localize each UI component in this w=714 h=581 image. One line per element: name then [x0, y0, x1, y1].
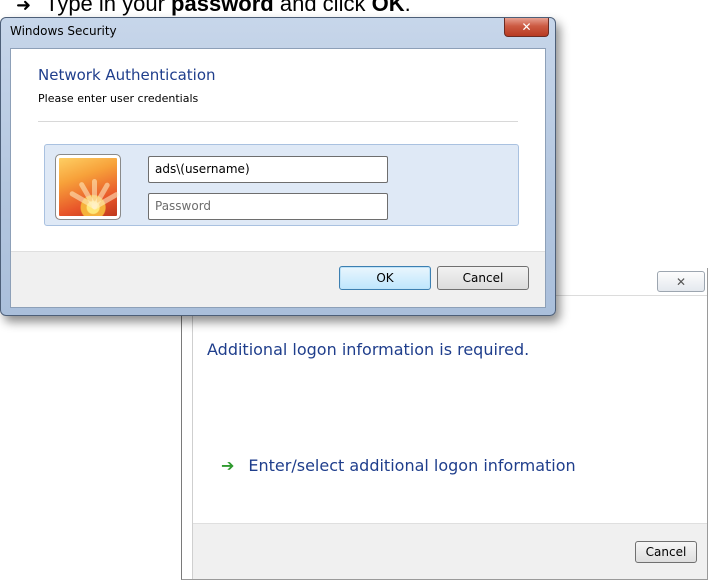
window-title: Windows Security	[10, 24, 117, 38]
security-dialog-client: Network Authentication Please enter user…	[10, 48, 546, 308]
instruction-middle: and click	[273, 0, 372, 16]
password-field[interactable]: Password	[148, 193, 388, 220]
cancel-button[interactable]: Cancel	[437, 266, 529, 290]
instruction-text: ➜ Type in your password and click OK.	[16, 0, 411, 17]
additional-logon-link-label: Enter/select additional logon informatio…	[248, 456, 576, 475]
windows-security-dialog: Windows Security ✕ Network Authenticatio…	[0, 17, 556, 316]
additional-logon-link[interactable]: ➔ Enter/select additional logon informat…	[221, 456, 576, 475]
logon-dialog-body: Additional logon information is required…	[192, 296, 707, 579]
ok-button[interactable]: OK	[339, 266, 431, 290]
instruction-bold-password: password	[171, 0, 274, 16]
security-dialog-footer: OK Cancel	[11, 251, 545, 307]
instruction-suffix: .	[404, 0, 411, 16]
username-field[interactable]: ads\(username)	[148, 156, 388, 183]
logon-cancel-button[interactable]: Cancel	[635, 541, 697, 563]
green-arrow-icon: ➔	[221, 456, 235, 475]
logon-dialog-heading: Additional logon information is required…	[207, 340, 530, 359]
auth-heading: Network Authentication	[38, 66, 216, 84]
logon-dialog-footer: Cancel	[193, 523, 707, 579]
instruction-prefix: Type in your	[45, 0, 172, 16]
instruction-bold-ok: OK	[371, 0, 405, 16]
close-icon[interactable]: ✕	[657, 271, 705, 292]
user-avatar-icon	[55, 154, 121, 220]
divider	[38, 121, 518, 122]
auth-subheading: Please enter user credentials	[38, 92, 199, 105]
credential-tile[interactable]: ads\(username) Password	[44, 144, 519, 226]
close-icon[interactable]: ✕	[504, 18, 549, 37]
arrow-bullet-icon: ➜	[16, 0, 32, 15]
